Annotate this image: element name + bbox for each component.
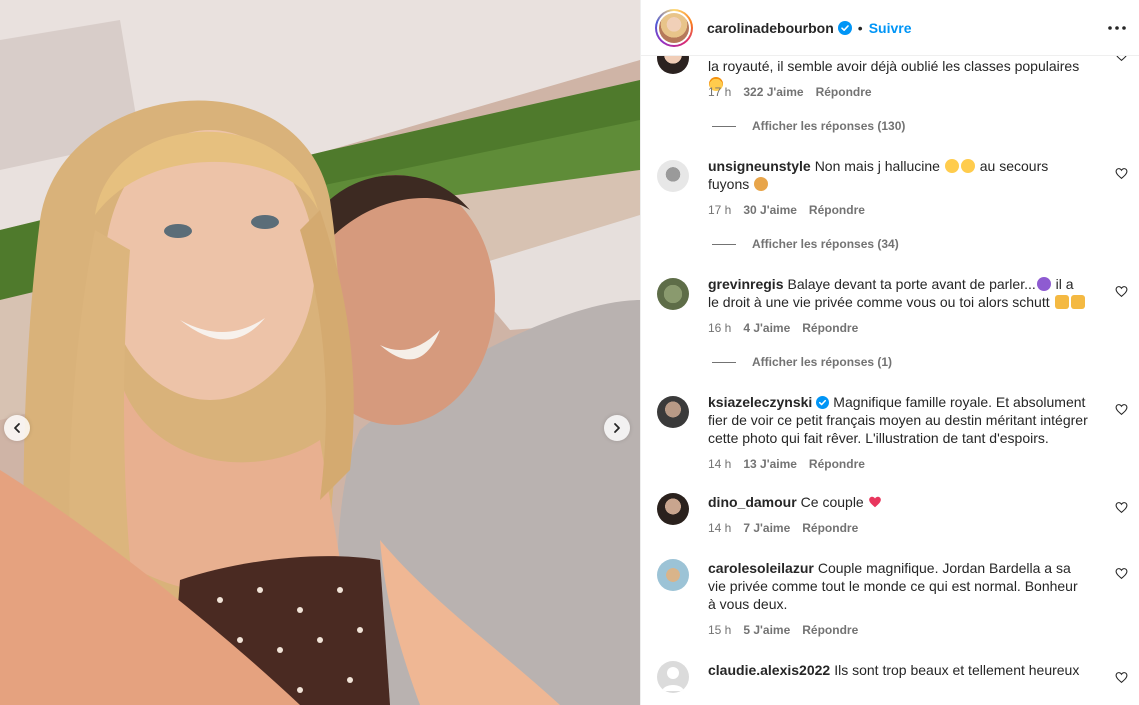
- comment-text-block: unsigneunstyle Non mais j hallucine au se…: [708, 157, 1088, 193]
- post-photo: [0, 0, 640, 705]
- comment-username[interactable]: grevinregis: [708, 276, 783, 292]
- comment-item: claudie.alexis2022 Ils sont trop beaux et…: [641, 661, 1139, 705]
- reply-button[interactable]: Répondre: [809, 457, 865, 471]
- view-replies-button[interactable]: Afficher les réponses (130): [712, 119, 905, 133]
- separator-dot: •: [857, 19, 863, 36]
- comment-meta: 14 h 13 J'aime Répondre: [708, 457, 865, 471]
- comment-time[interactable]: 17 h: [708, 203, 731, 217]
- comment-likes[interactable]: 7 J'aime: [743, 521, 790, 535]
- comment-username[interactable]: carolesoleilazur: [708, 560, 814, 576]
- chevron-right-icon: [614, 423, 620, 433]
- comment-meta: 17 h 30 J'aime Répondre: [708, 203, 865, 217]
- reply-button[interactable]: Répondre: [816, 85, 872, 99]
- comment-likes[interactable]: 13 J'aime: [743, 457, 797, 471]
- post-media[interactable]: [0, 0, 640, 705]
- view-replies-label: Afficher les réponses (34): [752, 237, 899, 251]
- comment-time[interactable]: 15 h: [708, 623, 731, 637]
- comment-meta: 14 h 7 J'aime Répondre: [708, 521, 858, 535]
- heart-outline-icon[interactable]: [1115, 167, 1128, 180]
- comments-list[interactable]: natalieyoussLe petit Jordy kiffe sa vie …: [641, 56, 1139, 705]
- comment-likes[interactable]: 30 J'aime: [743, 203, 797, 217]
- verified-badge-icon: [816, 396, 830, 409]
- comment-likes[interactable]: 322 J'aime: [743, 85, 803, 99]
- comment-username[interactable]: dino_damour: [708, 494, 797, 510]
- post-header: carolinadebourbon • Suivre: [641, 0, 1139, 56]
- comment-time[interactable]: 14 h: [708, 457, 731, 471]
- comment-text-block: carolesoleilazur Couple magnifique. Jorda…: [708, 559, 1088, 613]
- comment-meta: 16 h 4 J'aime Répondre: [708, 321, 858, 335]
- more-options-icon[interactable]: [1106, 17, 1128, 39]
- carousel-prev-button[interactable]: [4, 415, 30, 441]
- comment-text-block: dino_damour Ce couple: [708, 493, 1088, 511]
- tears-of-joy-emoji: [960, 159, 975, 173]
- comment-username[interactable]: unsigneunstyle: [708, 158, 811, 174]
- comment-username[interactable]: claudie.alexis2022: [708, 662, 830, 678]
- view-replies-button[interactable]: Afficher les réponses (1): [712, 355, 892, 369]
- comment-likes[interactable]: 5 J'aime: [743, 623, 790, 637]
- post-panel: carolinadebourbon • Suivre natalieyoussL…: [640, 0, 1139, 705]
- heart-outline-icon[interactable]: [1115, 56, 1128, 62]
- avatar[interactable]: [657, 661, 689, 693]
- index-pointing-up-emoji: [1070, 295, 1085, 309]
- comment-item: dino_damour Ce couple 14 h 7 J'aime Répon…: [641, 493, 1139, 559]
- heart-outline-icon[interactable]: [1115, 285, 1128, 298]
- comment-item: natalieyoussLe petit Jordy kiffe sa vie …: [641, 56, 1139, 157]
- comment-text: Balaye devant ta porte avant de parler..…: [787, 276, 1036, 292]
- author-avatar[interactable]: [655, 8, 693, 47]
- avatar[interactable]: [657, 559, 689, 591]
- tears-of-joy-emoji: [944, 159, 959, 173]
- smiling-devil-emoji: [1036, 277, 1051, 291]
- comment-text-block: claudie.alexis2022 Ils sont trop beaux et…: [708, 661, 1088, 679]
- heart-outline-icon[interactable]: [1115, 403, 1128, 416]
- raised-fist-emoji: [1054, 295, 1069, 309]
- avatar[interactable]: [657, 493, 689, 525]
- avatar[interactable]: [657, 396, 689, 428]
- heart-outline-icon[interactable]: [1115, 501, 1128, 514]
- view-replies-label: Afficher les réponses (130): [752, 119, 906, 133]
- red-heart-emoji: [868, 496, 881, 508]
- comment-text: Le petit Jordy kiffe sa vie dans l'arist…: [708, 58, 1080, 74]
- reply-button[interactable]: Répondre: [802, 321, 858, 335]
- comment-meta: 17 h 322 J'aime Répondre: [708, 85, 872, 99]
- comment-time[interactable]: 16 h: [708, 321, 731, 335]
- comment-time[interactable]: 14 h: [708, 521, 731, 535]
- carousel-next-button[interactable]: [604, 415, 630, 441]
- comment-text-block: grevinregis Balaye devant ta porte avant …: [708, 275, 1088, 311]
- comment-item: ksiazeleczynski Magnifique famille royale…: [641, 393, 1139, 493]
- follow-button[interactable]: Suivre: [869, 20, 912, 36]
- comment-item: unsigneunstyle Non mais j hallucine au se…: [641, 157, 1139, 275]
- view-replies-label: Afficher les réponses (1): [752, 355, 893, 369]
- comment-time[interactable]: 17 h: [708, 85, 731, 99]
- comment-text: Non mais j hallucine: [814, 158, 940, 174]
- comment-item: grevinregis Balaye devant ta porte avant …: [641, 275, 1139, 393]
- comment-text: Ils sont trop beaux et tellement heureux: [834, 662, 1080, 678]
- comment-text: Ce couple: [800, 494, 864, 510]
- comment-item: carolesoleilazur Couple magnifique. Jorda…: [641, 559, 1139, 661]
- default-avatar-icon: [662, 667, 684, 691]
- nauseated-face-emoji: [754, 177, 769, 191]
- comment-likes[interactable]: 4 J'aime: [743, 321, 790, 335]
- avatar[interactable]: [657, 56, 689, 74]
- heart-outline-icon[interactable]: [1115, 671, 1128, 684]
- comment-username[interactable]: ksiazeleczynski: [708, 394, 812, 410]
- verified-badge-icon: [837, 20, 852, 35]
- comment-text-block: ksiazeleczynski Magnifique famille royale…: [708, 393, 1088, 447]
- avatar[interactable]: [657, 278, 689, 310]
- reply-button[interactable]: Répondre: [802, 521, 858, 535]
- chevron-left-icon: [14, 423, 20, 433]
- comment-meta: 15 h 5 J'aime Répondre: [708, 623, 858, 637]
- author-username[interactable]: carolinadebourbon: [707, 20, 834, 36]
- reply-button[interactable]: Répondre: [809, 203, 865, 217]
- heart-outline-icon[interactable]: [1115, 567, 1128, 580]
- view-replies-button[interactable]: Afficher les réponses (34): [712, 237, 899, 251]
- avatar[interactable]: [657, 160, 689, 192]
- reply-button[interactable]: Répondre: [802, 623, 858, 637]
